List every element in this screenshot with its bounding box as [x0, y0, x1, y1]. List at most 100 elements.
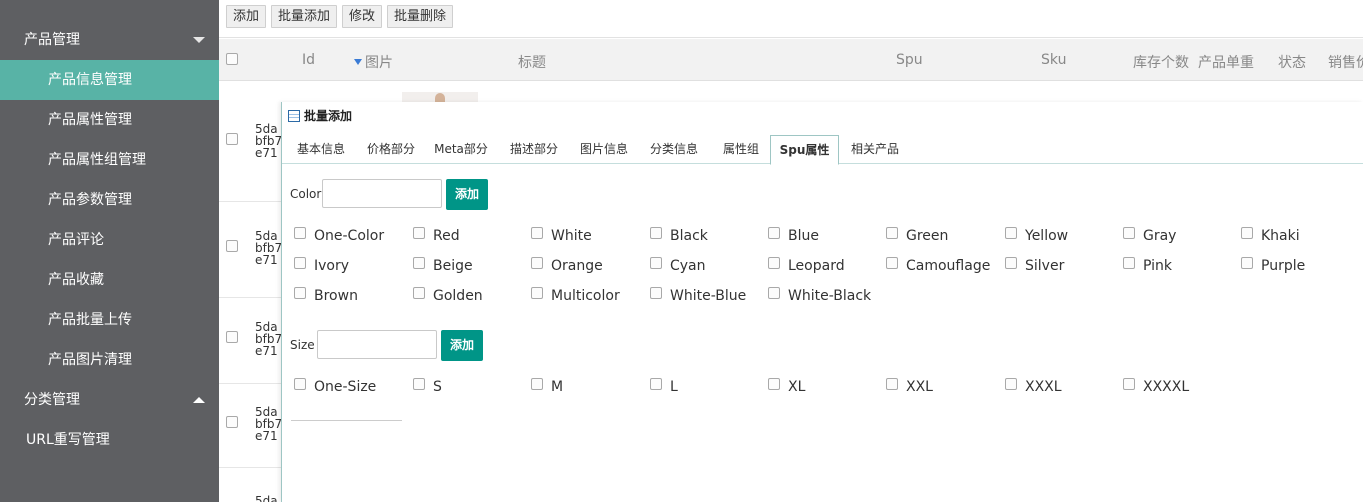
column-header-status[interactable]: 状态	[1278, 52, 1306, 72]
sidebar-item-label: 产品属性管理	[48, 112, 132, 128]
sidebar-group-product[interactable]: 产品管理	[0, 20, 219, 60]
checkbox[interactable]	[413, 227, 425, 239]
checkbox[interactable]	[650, 257, 662, 269]
option-label: Khaki	[1261, 228, 1300, 244]
row-checkbox[interactable]	[226, 133, 238, 145]
option-label: Purple	[1261, 258, 1306, 274]
checkbox[interactable]	[294, 227, 306, 239]
option-label: Cyan	[670, 258, 706, 274]
checkbox[interactable]	[650, 287, 662, 299]
checkbox[interactable]	[1005, 257, 1017, 269]
checkbox[interactable]	[886, 378, 898, 390]
bulk-delete-button[interactable]: 批量删除	[387, 5, 454, 28]
column-header-title[interactable]: 标题	[518, 52, 546, 72]
checkbox[interactable]	[1005, 227, 1017, 239]
checkbox[interactable]	[1241, 257, 1253, 269]
sidebar-group-category[interactable]: 分类管理	[0, 380, 219, 420]
option-label: Brown	[314, 288, 358, 304]
color-input[interactable]	[322, 179, 442, 208]
sidebar-item-product-params[interactable]: 产品参数管理	[0, 180, 219, 220]
checkbox[interactable]	[294, 378, 306, 390]
checkbox[interactable]	[768, 287, 780, 299]
checkbox[interactable]	[768, 257, 780, 269]
caret-up-icon	[193, 397, 205, 403]
bulk-add-dialog: 批量添加 基本信息 价格部分 Meta部分 描述部分 图片信息 分类信息 属性组…	[281, 102, 1363, 502]
checkbox[interactable]	[294, 287, 306, 299]
option-label: Silver	[1025, 258, 1065, 274]
sidebar-item-label: 产品信息管理	[48, 72, 132, 88]
bulk-add-button[interactable]: 批量添加	[271, 5, 338, 28]
add-size-button[interactable]: 添加	[441, 330, 484, 361]
tab-related-products[interactable]: 相关产品	[843, 135, 907, 164]
checkbox[interactable]	[650, 378, 662, 390]
sidebar-item-product-attr-group[interactable]: 产品属性组管理	[0, 140, 219, 180]
checkbox[interactable]	[294, 257, 306, 269]
add-color-button[interactable]: 添加	[446, 179, 489, 210]
sidebar-item-product-info[interactable]: 产品信息管理	[0, 60, 219, 100]
column-header-image[interactable]: 图片	[354, 52, 393, 72]
checkbox[interactable]	[531, 378, 543, 390]
option-label: Pink	[1143, 258, 1173, 274]
sidebar-item-product-attr[interactable]: 产品属性管理	[0, 100, 219, 140]
tab-images[interactable]: 图片信息	[575, 135, 633, 164]
checkbox[interactable]	[531, 287, 543, 299]
checkbox[interactable]	[413, 257, 425, 269]
tab-meta[interactable]: Meta部分	[432, 135, 490, 164]
tab-basic-info[interactable]: 基本信息	[292, 135, 350, 164]
checkbox[interactable]	[1241, 227, 1253, 239]
column-header-label: 图片	[365, 55, 393, 71]
sidebar-item-product-reviews[interactable]: 产品评论	[0, 220, 219, 260]
row-checkbox[interactable]	[226, 240, 238, 252]
sidebar-item-label: 产品参数管理	[48, 192, 132, 208]
table-icon	[288, 110, 300, 122]
checkbox[interactable]	[531, 257, 543, 269]
row-id-line: e71	[255, 253, 278, 266]
checkbox[interactable]	[650, 227, 662, 239]
select-all-checkbox[interactable]	[226, 53, 238, 65]
checkbox[interactable]	[531, 227, 543, 239]
tab-description[interactable]: 描述部分	[505, 135, 563, 164]
column-header-price[interactable]: 销售价	[1328, 52, 1363, 72]
option-label: Leopard	[788, 258, 845, 274]
checkbox[interactable]	[1123, 378, 1135, 390]
sidebar-item-product-favorites[interactable]: 产品收藏	[0, 260, 219, 300]
sidebar-item-product-image-cleanup[interactable]: 产品图片清理	[0, 340, 219, 380]
column-header-spu[interactable]: Spu	[896, 52, 923, 68]
checkbox[interactable]	[886, 227, 898, 239]
tab-price[interactable]: 价格部分	[362, 135, 420, 164]
option-label: Gray	[1143, 228, 1177, 244]
row-checkbox[interactable]	[226, 331, 238, 343]
option-label: White-Black	[788, 288, 872, 304]
checkbox[interactable]	[768, 227, 780, 239]
sidebar-group-url-rewrite[interactable]: URL重写管理	[0, 420, 219, 460]
checkbox[interactable]	[413, 378, 425, 390]
row-id: 5da bfb7 e71	[255, 123, 281, 159]
checkbox[interactable]	[768, 378, 780, 390]
tab-spu-attr[interactable]: Spu属性	[770, 135, 839, 165]
checkbox[interactable]	[1123, 227, 1135, 239]
column-header-id[interactable]: Id	[302, 52, 315, 68]
option-label: One-Size	[314, 379, 377, 395]
edit-button[interactable]: 修改	[342, 5, 383, 28]
checkbox[interactable]	[1123, 257, 1135, 269]
row-checkbox[interactable]	[226, 416, 238, 428]
row-id: 5da bfb7 e71	[255, 321, 281, 357]
sidebar-group-label: URL重写管理	[26, 432, 110, 448]
checkbox[interactable]	[413, 287, 425, 299]
tab-attr-group[interactable]: 属性组	[715, 135, 767, 164]
option-label: White	[551, 228, 592, 244]
sidebar-item-product-bulk-upload[interactable]: 产品批量上传	[0, 300, 219, 340]
toolbar: 添加 批量添加 修改 批量删除	[219, 0, 1363, 38]
option-label: M	[551, 379, 564, 395]
checkbox[interactable]	[886, 257, 898, 269]
option-label: XXXL	[1025, 379, 1062, 395]
column-header-sku[interactable]: Sku	[1041, 52, 1066, 68]
tab-category[interactable]: 分类信息	[645, 135, 703, 164]
sidebar-item-label: 产品图片清理	[48, 352, 132, 368]
size-input[interactable]	[317, 330, 437, 359]
column-header-weight[interactable]: 产品单重	[1198, 52, 1254, 72]
checkbox[interactable]	[1005, 378, 1017, 390]
column-header-stock[interactable]: 库存个数	[1133, 52, 1189, 72]
option-label: Red	[433, 228, 460, 244]
add-button[interactable]: 添加	[226, 5, 267, 28]
